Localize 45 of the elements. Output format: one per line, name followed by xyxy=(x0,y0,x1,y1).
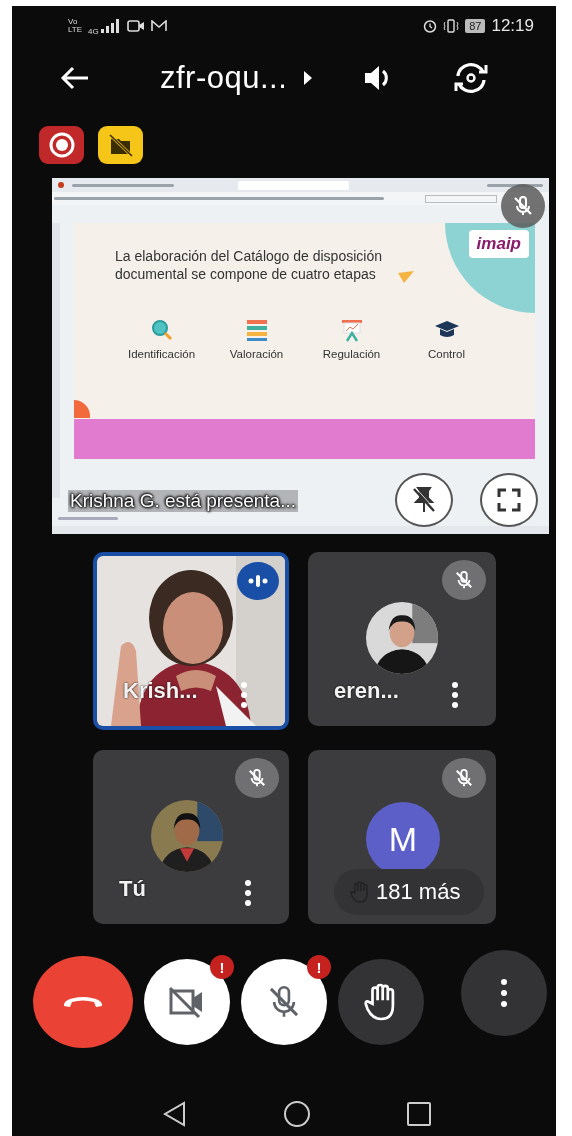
vibrate-icon xyxy=(443,19,460,33)
stage-label: Regulación xyxy=(322,348,381,360)
participant-tile[interactable]: Tú xyxy=(93,750,289,924)
more-options-icon[interactable] xyxy=(452,682,458,708)
recording-icon xyxy=(39,126,84,164)
video-camera-icon xyxy=(126,20,145,32)
presenter-caption: Krishna G. está presenta... xyxy=(68,490,298,512)
fullscreen-button[interactable] xyxy=(480,473,538,527)
participant-tile[interactable]: eren... xyxy=(308,552,496,726)
warning-badge: ! xyxy=(307,955,331,979)
more-options-icon[interactable] xyxy=(245,880,251,906)
triangle-shape xyxy=(398,271,414,283)
stage-label: Identificación xyxy=(127,348,196,360)
pin-off-icon xyxy=(411,486,437,514)
no-captions-icon xyxy=(98,126,143,164)
stage-label: Valoración xyxy=(229,348,284,360)
app-logo-icon xyxy=(58,182,64,188)
logo: imaip xyxy=(468,230,529,258)
unpin-button[interactable] xyxy=(395,473,453,527)
stage-label: Control xyxy=(427,348,466,360)
participant-name: Tú xyxy=(119,876,146,902)
meeting-title[interactable]: zfr-oqu... xyxy=(160,60,288,96)
blurred-notes-text xyxy=(58,517,118,520)
network-label: 4G xyxy=(88,26,99,36)
search-field[interactable] xyxy=(237,180,350,190)
expand-icon[interactable] xyxy=(303,70,314,86)
participant-tile[interactable]: M 181 más xyxy=(308,750,496,924)
slide-title: La elaboración del Catálogo de disposición documental se compone de cuatro etapas xyxy=(115,247,383,283)
participant-name: eren... xyxy=(334,678,399,704)
blurred-user-name xyxy=(487,183,543,187)
recents-nav-icon[interactable] xyxy=(406,1101,432,1127)
mail-icon xyxy=(150,20,167,32)
fullscreen-icon xyxy=(497,488,521,512)
back-nav-icon[interactable] xyxy=(162,1101,188,1127)
volte-label: Vo LTE xyxy=(68,18,83,34)
back-button[interactable] xyxy=(60,66,90,90)
alarm-icon xyxy=(423,19,438,33)
battery-level: 87 xyxy=(465,19,486,33)
warning-badge: ! xyxy=(210,955,234,979)
signal-icon xyxy=(100,19,121,33)
home-nav-icon[interactable] xyxy=(283,1100,311,1128)
more-options-icon[interactable] xyxy=(241,682,247,708)
switch-camera-button[interactable] xyxy=(453,62,490,94)
clock: 12:19 xyxy=(491,16,534,36)
more-participants-chip[interactable]: 181 más xyxy=(334,869,484,915)
